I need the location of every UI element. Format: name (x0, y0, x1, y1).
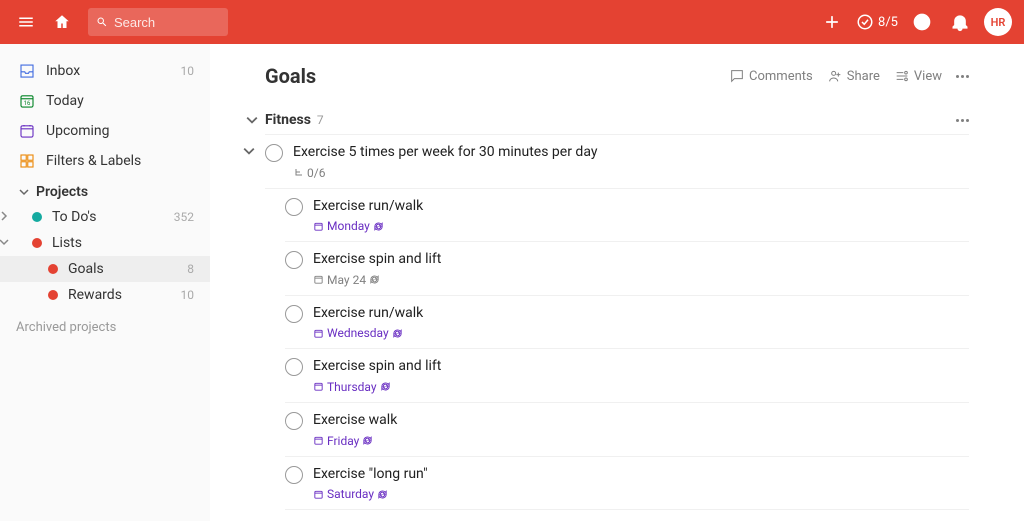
recurring-icon (377, 489, 388, 500)
project-count: 8 (187, 262, 194, 276)
task-checkbox[interactable] (285, 358, 303, 376)
projects-label: Projects (36, 184, 88, 200)
task-date: May 24 (313, 273, 380, 287)
projects-header[interactable]: Projects (0, 176, 210, 204)
task-date: Saturday (313, 487, 388, 501)
recurring-icon (362, 435, 373, 446)
task-row[interactable]: Exercise walk Friday (285, 403, 969, 457)
nav-label: Filters & Labels (46, 153, 141, 169)
filters-icon (16, 152, 38, 170)
topbar: 8/5 HR (0, 0, 1024, 44)
project-label: Goals (68, 261, 104, 277)
section-title: Fitness (265, 112, 311, 128)
task-title: Exercise run/walk (313, 197, 969, 217)
search-input[interactable] (114, 15, 220, 30)
task-row[interactable]: Exercise spin and lift May 24 (285, 242, 969, 296)
sidebar-item-upcoming[interactable]: Upcoming (0, 116, 210, 146)
project-color-dot (48, 264, 58, 274)
sidebar-item-filters[interactable]: Filters & Labels (0, 146, 210, 176)
task-checkbox[interactable] (285, 305, 303, 323)
home-icon[interactable] (48, 8, 76, 36)
task-title: Exercise run/walk (313, 304, 969, 324)
avatar[interactable]: HR (984, 8, 1012, 36)
task-checkbox[interactable] (285, 412, 303, 430)
notification-icon[interactable] (946, 8, 974, 36)
task-row[interactable]: Exercise 5 times per week for 30 minutes… (265, 135, 969, 189)
subtask-count: 0/6 (293, 166, 969, 180)
project-label: To Do's (52, 209, 97, 225)
archived-projects[interactable]: Archived projects (0, 308, 210, 347)
task-title: Exercise walk (313, 411, 969, 431)
task-date: Thursday (313, 380, 391, 394)
help-icon[interactable] (908, 8, 936, 36)
karma-button[interactable]: 8/5 (856, 13, 898, 31)
task-row[interactable]: Exercise run/walk Monday (285, 189, 969, 243)
chevron-right-icon[interactable] (0, 209, 15, 225)
section-count: 7 (317, 113, 324, 127)
task-row[interactable]: Exercise "long run" Saturday (285, 457, 969, 511)
task-date: Friday (313, 434, 373, 448)
project-color-dot (48, 290, 58, 300)
sidebar-project-goals[interactable]: Goals 8 (0, 256, 210, 282)
task-checkbox[interactable] (265, 144, 283, 162)
main-content: Goals Comments Share View (210, 44, 1024, 521)
chevron-down-icon (16, 184, 32, 200)
sidebar-item-inbox[interactable]: Inbox 10 (0, 56, 210, 86)
task-checkbox[interactable] (285, 251, 303, 269)
sidebar-project-todos[interactable]: To Do's 352 (0, 204, 210, 230)
comments-button[interactable]: Comments (729, 68, 813, 84)
page-title: Goals (265, 64, 316, 88)
sidebar-item-today[interactable]: 16 Today (0, 86, 210, 116)
sidebar: Inbox 10 16 Today Upcoming Filters & Lab… (0, 44, 210, 521)
page-header: Goals Comments Share View (265, 64, 969, 88)
task-date: Wednesday (313, 326, 403, 340)
task-checkbox[interactable] (285, 466, 303, 484)
svg-text:16: 16 (24, 100, 31, 107)
add-task-button[interactable]: + Add task (265, 510, 969, 521)
recurring-icon (380, 381, 391, 392)
nav-label: Today (46, 93, 84, 109)
project-count: 352 (174, 210, 194, 224)
nav-label: Upcoming (46, 123, 110, 139)
nav-label: Inbox (46, 63, 80, 79)
karma-count: 8/5 (878, 15, 898, 30)
chevron-down-icon[interactable] (243, 145, 255, 161)
project-color-dot (32, 212, 42, 222)
more-icon[interactable] (956, 119, 969, 122)
task-title: Exercise spin and lift (313, 250, 969, 270)
search-box[interactable] (88, 8, 228, 36)
today-icon: 16 (16, 92, 38, 110)
project-color-dot (32, 238, 42, 248)
project-label: Rewards (68, 287, 122, 303)
recurring-icon (392, 328, 403, 339)
task-title: Exercise 5 times per week for 30 minutes… (293, 143, 969, 163)
task-row[interactable]: Exercise run/walk Wednesday (285, 296, 969, 350)
view-button[interactable]: View (894, 68, 942, 84)
menu-icon[interactable] (12, 8, 40, 36)
chevron-down-icon[interactable] (243, 114, 261, 126)
task-date: Monday (313, 219, 384, 233)
project-count: 10 (181, 288, 195, 302)
more-icon[interactable] (956, 75, 969, 78)
sidebar-project-lists[interactable]: Lists (0, 230, 210, 256)
share-button[interactable]: Share (827, 68, 880, 84)
chevron-down-icon[interactable] (0, 235, 15, 251)
project-label: Lists (52, 235, 82, 251)
upcoming-icon (16, 122, 38, 140)
task-title: Exercise "long run" (313, 465, 969, 485)
nav-count: 10 (181, 64, 195, 78)
inbox-icon (16, 62, 38, 80)
task-checkbox[interactable] (285, 198, 303, 216)
recurring-icon (373, 221, 384, 232)
recurring-icon (369, 274, 380, 285)
task-title: Exercise spin and lift (313, 357, 969, 377)
task-row[interactable]: Exercise spin and lift Thursday (285, 349, 969, 403)
add-icon[interactable] (818, 8, 846, 36)
section-fitness: Fitness 7 Exercise 5 times per week for … (265, 106, 969, 521)
sidebar-project-rewards[interactable]: Rewards 10 (0, 282, 210, 308)
